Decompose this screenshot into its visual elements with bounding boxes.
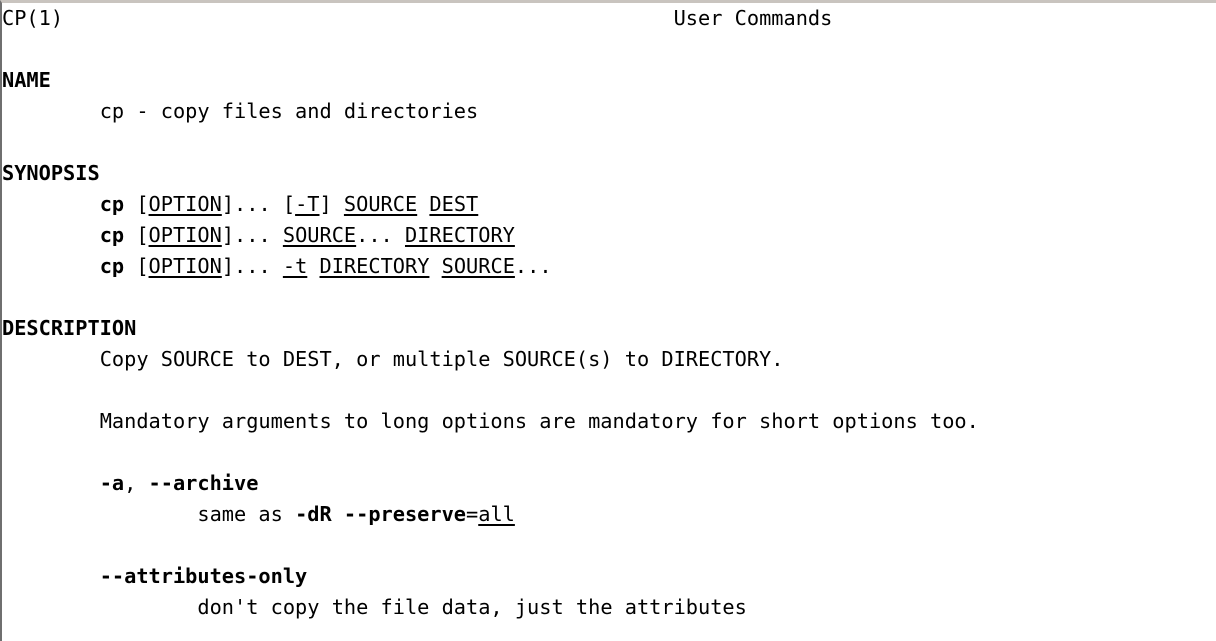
synopsis-metavar[interactable]: -t xyxy=(283,254,307,278)
synopsis-text: ]... [ xyxy=(221,192,296,216)
option-term-line: -a, --archive xyxy=(2,468,1216,499)
synopsis-text: [ xyxy=(136,223,149,247)
option-description-line: same as -dR --preserve=all xyxy=(2,499,1216,530)
man-page-document: CP(1) User Commands NAME cp - copy files… xyxy=(0,0,1216,641)
option-flag: --attributes-only xyxy=(99,564,308,588)
synopsis-metavar[interactable]: SOURCE xyxy=(283,223,356,247)
synopsis-text xyxy=(417,192,429,216)
description-note-line: Mandatory arguments to long options are … xyxy=(2,406,1216,437)
option-flag: -a xyxy=(99,471,125,495)
synopsis-line: cp [OPTION]... -t DIRECTORY SOURCE... xyxy=(2,251,1216,282)
synopsis-metavar[interactable]: DIRECTORY xyxy=(405,223,515,247)
synopsis-metavar[interactable]: SOURCE xyxy=(344,192,417,216)
section-heading-description: DESCRIPTION xyxy=(2,316,137,340)
synopsis-command: cp xyxy=(99,254,125,278)
option-flag: --archive xyxy=(148,471,259,495)
man-header-right: User Commands xyxy=(673,6,833,30)
synopsis-command: cp xyxy=(99,192,125,216)
synopsis-text: [ xyxy=(136,192,149,216)
description-intro-line: Copy SOURCE to DEST, or multiple SOURCE(… xyxy=(2,344,1216,375)
synopsis-text: ] xyxy=(319,192,344,216)
synopsis-text: ... xyxy=(356,223,405,247)
option-term-line: --attributes-only xyxy=(2,561,1216,592)
synopsis-text: [ xyxy=(136,254,149,278)
option-term-text: , xyxy=(124,471,137,495)
synopsis-text xyxy=(307,254,319,278)
synopsis-metavar[interactable]: OPTION xyxy=(149,254,222,278)
name-body-line: cp - copy files and directories xyxy=(2,96,1216,127)
synopsis-text: ... xyxy=(514,254,552,278)
synopsis-lines: cp [OPTION]... [-T] SOURCE DEST cp [OPTI… xyxy=(2,189,1216,282)
option-description-text: = xyxy=(466,502,479,526)
option-argument[interactable]: all xyxy=(478,502,515,526)
synopsis-metavar[interactable]: OPTION xyxy=(149,223,222,247)
man-header-row: CP(1) User Commands xyxy=(2,3,1216,34)
option-description-text: same as xyxy=(197,502,296,526)
section-heading-name: NAME xyxy=(2,68,51,92)
option-description-text: don't copy the file data, just the attri… xyxy=(197,595,747,619)
synopsis-command: cp xyxy=(99,223,125,247)
option-description-line: don't copy the file data, just the attri… xyxy=(2,592,1216,623)
man-page-text: CP(1) User Commands NAME cp - copy files… xyxy=(2,3,1216,623)
synopsis-text: ]... xyxy=(221,254,283,278)
synopsis-line: cp [OPTION]... SOURCE... DIRECTORY xyxy=(2,220,1216,251)
man-header-left: CP(1) xyxy=(2,6,64,30)
synopsis-metavar[interactable]: OPTION xyxy=(149,192,222,216)
synopsis-text xyxy=(429,254,441,278)
synopsis-metavar[interactable]: -T xyxy=(295,192,319,216)
option-term-text xyxy=(136,471,148,495)
description-note-text: Mandatory arguments to long options are … xyxy=(99,409,979,433)
synopsis-text: ]... xyxy=(221,223,283,247)
name-body-text: cp - copy files and directories xyxy=(99,99,479,123)
option-entries: -a, --archive same as -dR --preserve=all… xyxy=(2,468,1216,623)
description-intro-text: Copy SOURCE to DEST, or multiple SOURCE(… xyxy=(99,347,784,371)
synopsis-metavar[interactable]: DIRECTORY xyxy=(320,254,430,278)
synopsis-metavar[interactable]: DEST xyxy=(429,192,478,216)
synopsis-line: cp [OPTION]... [-T] SOURCE DEST xyxy=(2,189,1216,220)
synopsis-metavar[interactable]: SOURCE xyxy=(442,254,515,278)
section-heading-synopsis: SYNOPSIS xyxy=(2,161,100,185)
option-flag: -dR --preserve xyxy=(295,502,467,526)
man-header-spacer xyxy=(63,6,674,30)
